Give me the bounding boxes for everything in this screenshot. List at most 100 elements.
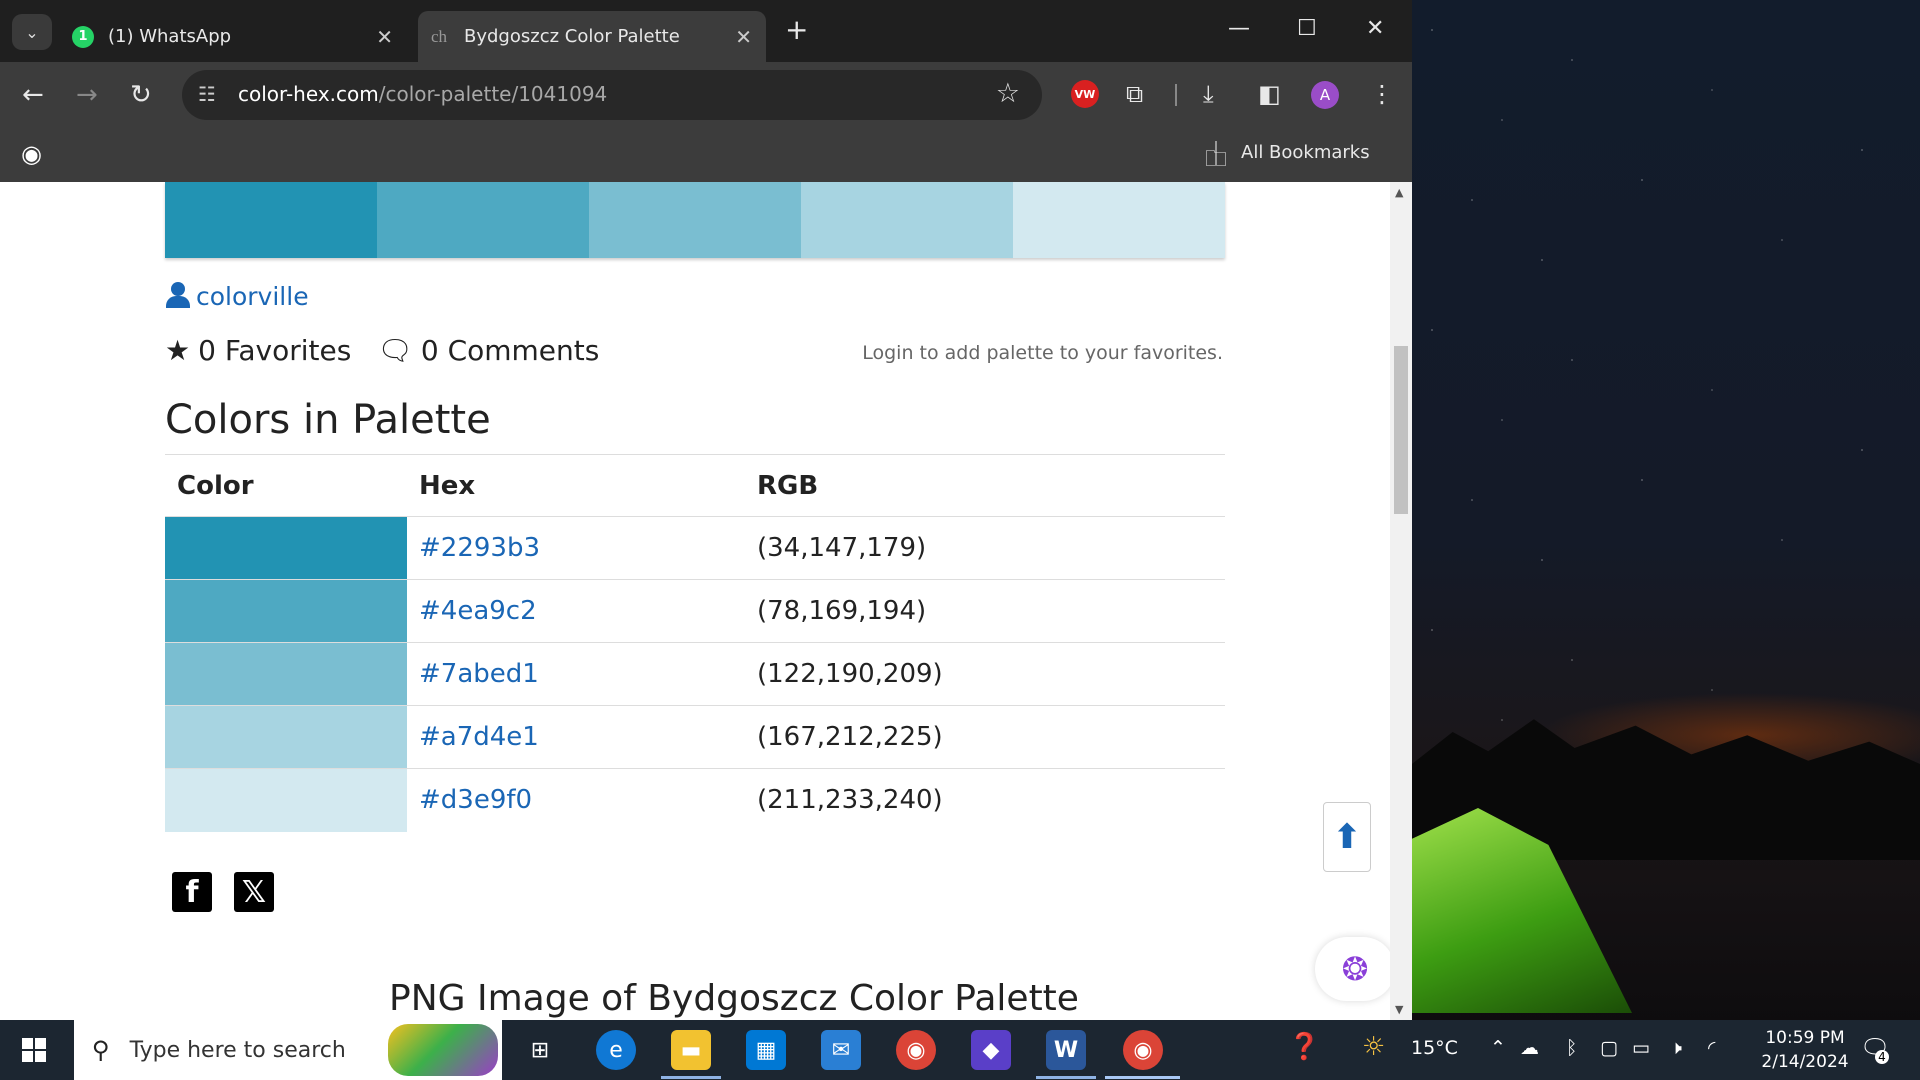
notifications-icon[interactable]: 🗨 4 — [1860, 1034, 1890, 1064]
maximize-button[interactable]: ☐ — [1297, 16, 1317, 41]
rgb-value: (211,233,240) — [745, 768, 1225, 832]
menu-kebab-icon[interactable]: ⋮ — [1370, 80, 1394, 108]
windows-start-icon[interactable] — [22, 1038, 46, 1062]
hex-link[interactable]: #a7d4e1 — [407, 705, 745, 769]
rgb-value: (34,147,179) — [745, 516, 1225, 580]
hex-link[interactable]: #2293b3 — [407, 516, 745, 580]
address-bar[interactable]: ☷ color-hex.com/color-palette/1041094 ☆ — [182, 70, 1042, 120]
rgb-value: (122,190,209) — [745, 642, 1225, 706]
file-explorer-icon[interactable]: ▬ — [671, 1030, 711, 1070]
palette-swatch[interactable] — [165, 182, 377, 258]
color-swatch[interactable] — [165, 579, 407, 643]
browser-window: ⌄ 1 (1) WhatsApp ✕ ch Bydgoszcz Color Pa… — [0, 0, 1412, 1020]
favorites-count: 0 Favorites — [198, 334, 352, 367]
png-image-heading: PNG Image of Bydgoszcz Color Palette — [389, 978, 1079, 1019]
carnival-mask-icon[interactable] — [388, 1024, 498, 1076]
scroll-down-arrow-icon[interactable]: ▼ — [1395, 1003, 1403, 1016]
table-header-row: Color Hex RGB — [165, 455, 1225, 517]
vertical-scrollbar[interactable]: ▲ ▼ — [1390, 182, 1412, 1020]
login-message[interactable]: Login to add palette to your favorites. — [862, 342, 1223, 364]
weather-icon[interactable]: ☼ — [1362, 1032, 1385, 1062]
author-name: colorville — [196, 282, 309, 311]
comment-icon: 🗨 — [377, 334, 413, 367]
minimize-button[interactable]: — — [1228, 16, 1250, 41]
header-color: Color — [177, 470, 254, 501]
profile-avatar[interactable]: A — [1311, 81, 1339, 109]
tab-search-button[interactable]: ⌄ — [12, 14, 52, 50]
edge-icon[interactable]: e — [596, 1030, 636, 1070]
site-info-icon[interactable]: ☷ — [198, 82, 216, 106]
palette-stats: ★ 0 Favorites 🗨 0 Comments — [165, 334, 599, 367]
hex-link[interactable]: #7abed1 — [407, 642, 745, 706]
notification-badge: 4 — [1875, 1050, 1889, 1064]
author-link[interactable]: colorville — [166, 282, 309, 311]
scrollbar-thumb[interactable] — [1394, 346, 1408, 514]
device-icon[interactable]: ▢ — [1600, 1037, 1618, 1059]
color-swatch[interactable] — [165, 516, 407, 580]
reload-icon[interactable]: ↻ — [130, 80, 152, 110]
facebook-icon[interactable]: f — [172, 872, 212, 912]
url-path: /color-palette/1041094 — [378, 82, 608, 106]
colors-table: Color Hex RGB #2293b3 (34,147,179) #4ea9c2… — [165, 454, 1225, 832]
download-icon[interactable]: ⤓ — [1203, 80, 1214, 108]
extensions-puzzle-icon[interactable]: ⧉ — [1126, 80, 1143, 108]
close-window-button[interactable]: ✕ — [1366, 16, 1384, 41]
show-hidden-icons-icon[interactable]: ⌃ — [1490, 1037, 1506, 1059]
url-text[interactable]: color-hex.com/color-palette/1041094 — [238, 82, 607, 106]
tab-whatsapp[interactable]: 1 (1) WhatsApp ✕ — [62, 11, 407, 62]
side-panel-icon[interactable]: ◧ — [1258, 80, 1281, 108]
tab-color-palette[interactable]: ch Bydgoszcz Color Palette ✕ — [418, 11, 766, 62]
hex-link[interactable]: #4ea9c2 — [407, 579, 745, 643]
temperature[interactable]: 15°C — [1411, 1037, 1458, 1059]
mail-icon[interactable]: ✉ — [821, 1030, 861, 1070]
windows-taskbar: ⚲ Type here to search ⊞ e ▬ ▦ ✉ ◉ ◆ W ◉ … — [0, 1020, 1920, 1080]
bookmark-star-icon[interactable]: ☆ — [996, 78, 1020, 109]
user-icon — [166, 282, 190, 308]
share-buttons: f 𝕏 — [172, 872, 274, 912]
toolbar-separator — [1175, 84, 1177, 106]
new-tab-button[interactable]: + — [785, 15, 808, 45]
onedrive-icon[interactable]: ☁ — [1520, 1037, 1539, 1059]
all-bookmarks-button[interactable]: 🗀 All Bookmarks — [1205, 142, 1370, 172]
palette-preview-strip[interactable] — [165, 182, 1225, 258]
color-swatch[interactable] — [165, 768, 407, 832]
scroll-up-arrow-icon[interactable]: ▲ — [1395, 186, 1403, 199]
battery-icon[interactable]: ▭ — [1632, 1037, 1650, 1059]
x-icon[interactable]: 𝕏 — [234, 872, 274, 912]
palette-swatch[interactable] — [1013, 182, 1225, 258]
task-view-icon[interactable]: ⊞ — [520, 1030, 560, 1070]
star-icon: ★ — [165, 334, 191, 367]
bluetooth-icon[interactable]: ᛒ — [1566, 1037, 1577, 1059]
tab-title: Bydgoszcz Color Palette — [464, 26, 680, 47]
forward-icon[interactable]: → — [76, 80, 98, 110]
palette-swatch[interactable] — [377, 182, 589, 258]
all-bookmarks-label: All Bookmarks — [1241, 142, 1370, 163]
back-icon[interactable]: ← — [22, 80, 44, 110]
search-icon: ⚲ — [92, 1036, 110, 1064]
colorhex-favicon: ch — [430, 26, 448, 46]
taskbar-search-box[interactable]: ⚲ Type here to search — [74, 1020, 502, 1080]
palette-swatch[interactable] — [589, 182, 801, 258]
comments-count: 0 Comments — [420, 334, 600, 367]
microsoft-store-icon[interactable]: ▦ — [746, 1030, 786, 1070]
copilot-icon[interactable]: ◆ — [971, 1030, 1011, 1070]
browser-toolbar: ← → ↻ ☷ color-hex.com/color-palette/1041… — [0, 62, 1412, 130]
chrome-icon[interactable]: ◉ — [896, 1030, 936, 1070]
palette-swatch[interactable] — [801, 182, 1013, 258]
extension-vw-icon[interactable]: VW — [1071, 80, 1099, 108]
color-swatch[interactable] — [165, 705, 407, 769]
chrome-profile-icon[interactable]: ◉ — [1123, 1030, 1163, 1070]
color-swatch[interactable] — [165, 642, 407, 706]
word-icon[interactable]: W — [1046, 1030, 1086, 1070]
close-icon[interactable]: ✕ — [735, 25, 752, 49]
hex-link[interactable]: #d3e9f0 — [407, 768, 745, 832]
close-icon[interactable]: ✕ — [376, 25, 393, 49]
scroll-to-top-button[interactable]: ⬆ — [1323, 802, 1371, 872]
help-icon[interactable]: ❓ — [1288, 1032, 1320, 1062]
speaker-muted-icon[interactable]: 🕨 — [1670, 1037, 1682, 1059]
globe-icon[interactable]: ◉ — [21, 140, 42, 168]
system-clock[interactable]: 10:59 PM 2/14/2024 — [1750, 1026, 1860, 1074]
ai-assistant-button[interactable]: ❂ — [1315, 937, 1395, 1001]
page-content: colorville ★ 0 Favorites 🗨 0 Comments Lo… — [0, 182, 1412, 1020]
wifi-icon[interactable]: ◜ — [1708, 1037, 1715, 1059]
